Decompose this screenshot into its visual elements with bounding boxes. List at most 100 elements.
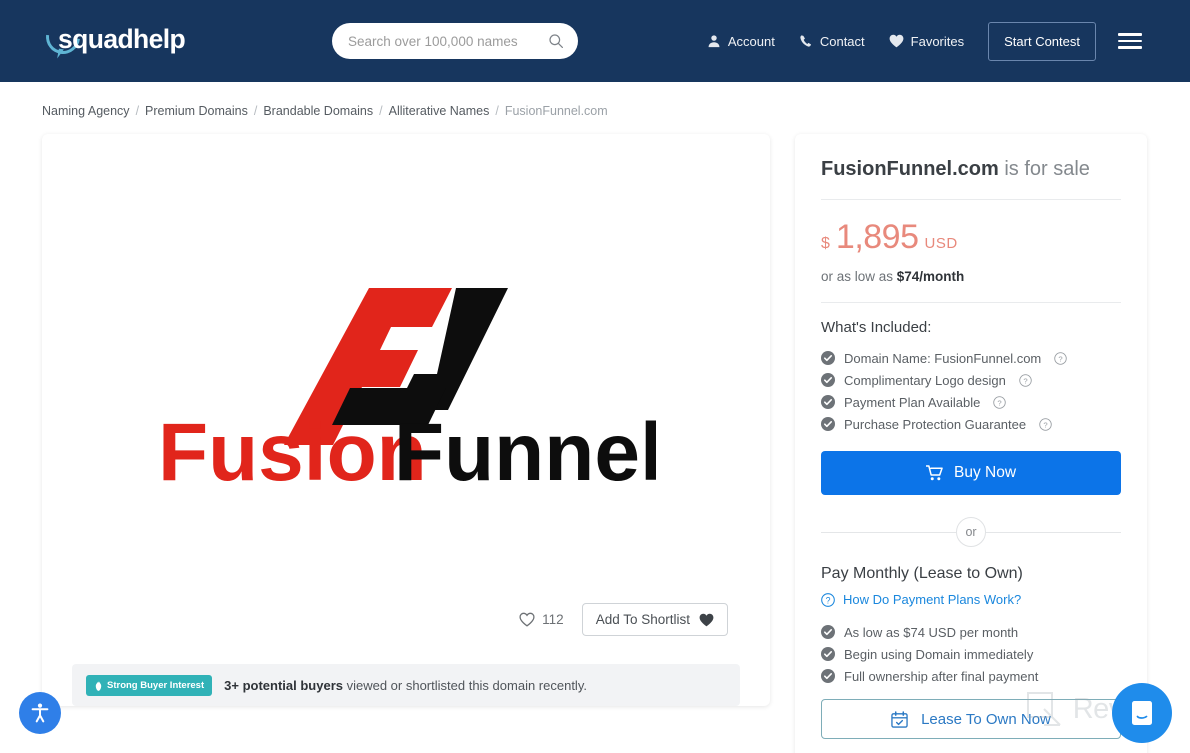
lease-benefits-list: As low as $74 USD per month Begin using … bbox=[821, 621, 1121, 687]
page-title-domain: FusionFunnel.com bbox=[821, 158, 999, 180]
squadhelp-logo[interactable]: squadhelp bbox=[39, 13, 191, 64]
shopping-cart-icon bbox=[925, 465, 943, 481]
svg-text:Fusion: Fusion bbox=[158, 407, 427, 490]
list-item: Complimentary Logo design ? bbox=[821, 369, 1121, 391]
fusionfunnel-logo-icon: Fusion Funnel bbox=[158, 287, 656, 490]
list-item: Begin using Domain immediately bbox=[821, 643, 1121, 665]
flame-icon bbox=[95, 679, 102, 691]
included-item-label: Complimentary Logo design bbox=[844, 372, 1006, 388]
question-circle-icon: ? bbox=[821, 592, 835, 607]
price-amount: 1,895 bbox=[835, 218, 919, 256]
accessibility-button[interactable] bbox=[19, 692, 61, 734]
check-circle-icon bbox=[821, 647, 835, 661]
monthly-price-note: or as low as $74/month bbox=[821, 257, 1121, 302]
buyer-interest-banner: Strong Buyer Interest 3+ potential buyer… bbox=[72, 664, 740, 706]
breadcrumb-separator: / bbox=[135, 104, 140, 118]
header-nav: Account Contact Favorites Start Contest bbox=[707, 0, 1142, 82]
question-circle-icon[interactable]: ? bbox=[993, 395, 1007, 409]
nav-item-account[interactable]: Account bbox=[707, 34, 775, 49]
price-currency-code: USD bbox=[924, 235, 958, 252]
chat-bubble-icon bbox=[1132, 701, 1152, 725]
search-input[interactable] bbox=[348, 33, 548, 49]
how-payment-plans-label: How Do Payment Plans Work? bbox=[843, 592, 1022, 607]
nav-item-contact[interactable]: Contact bbox=[799, 34, 865, 49]
svg-text:Funnel: Funnel bbox=[394, 407, 656, 490]
nav-label-account: Account bbox=[727, 33, 775, 49]
calendar-check-icon bbox=[891, 710, 908, 728]
search-box[interactable] bbox=[332, 23, 578, 59]
price-display: $ 1,895 USD bbox=[821, 200, 1121, 257]
purchase-panel: FusionFunnel.com is for sale $ 1,895 USD… bbox=[795, 134, 1147, 753]
site-header: squadhelp Account Contact Favorites bbox=[0, 0, 1190, 82]
or-divider: or bbox=[821, 517, 1121, 547]
list-item: As low as $74 USD per month bbox=[821, 621, 1121, 643]
svg-text:?: ? bbox=[998, 398, 1002, 407]
search-icon[interactable] bbox=[548, 33, 564, 49]
included-item-label: Payment Plan Available bbox=[844, 394, 981, 410]
question-circle-icon[interactable]: ? bbox=[1054, 351, 1067, 365]
buyer-interest-highlight: 3+ potential buyers bbox=[224, 677, 343, 693]
svg-text:?: ? bbox=[1043, 420, 1047, 429]
lease-benefit-label: As low as $74 USD per month bbox=[844, 624, 1019, 640]
chat-widget-button[interactable] bbox=[1112, 683, 1172, 743]
svg-text:?: ? bbox=[1023, 376, 1027, 385]
svg-text:?: ? bbox=[1059, 354, 1063, 363]
check-circle-icon bbox=[821, 669, 835, 683]
question-circle-icon[interactable]: ? bbox=[1019, 373, 1032, 387]
favorite-count[interactable]: 112 bbox=[519, 612, 564, 627]
price-currency-symbol: $ bbox=[821, 235, 830, 252]
accessibility-icon bbox=[31, 703, 49, 723]
or-label: or bbox=[956, 517, 986, 547]
add-to-shortlist-button[interactable]: Add To Shortlist bbox=[581, 603, 728, 636]
main-content: Fusion Funnel 112 Add To Shortlist Stron… bbox=[0, 118, 1190, 753]
lease-benefit-label: Full ownership after final payment bbox=[844, 668, 1039, 684]
svg-text:?: ? bbox=[826, 595, 831, 605]
breadcrumb-separator: / bbox=[495, 104, 499, 118]
list-item: Purchase Protection Guarantee ? bbox=[821, 413, 1121, 435]
domain-logo-artwork: Fusion Funnel bbox=[42, 134, 770, 609]
breadcrumb-item-0[interactable]: Naming Agency bbox=[42, 104, 130, 118]
breadcrumb-item-1[interactable]: Premium Domains bbox=[145, 104, 248, 118]
list-item: Domain Name: FusionFunnel.com ? bbox=[821, 347, 1121, 369]
favorite-count-value: 112 bbox=[542, 612, 564, 627]
included-item-label: Purchase Protection Guarantee bbox=[844, 416, 1027, 432]
hamburger-menu-icon[interactable] bbox=[1118, 29, 1142, 53]
list-item: Full ownership after final payment bbox=[821, 665, 1121, 687]
check-circle-icon bbox=[821, 417, 835, 431]
lease-to-own-button[interactable]: Lease To Own Now bbox=[821, 699, 1121, 739]
divider-line bbox=[986, 531, 1121, 533]
nav-item-favorites[interactable]: Favorites bbox=[889, 34, 964, 49]
buy-now-label: Buy Now bbox=[953, 464, 1017, 481]
divider-line bbox=[821, 531, 956, 533]
buyer-interest-rest: viewed or shortlisted this domain recent… bbox=[342, 677, 587, 693]
how-payment-plans-link[interactable]: ? How Do Payment Plans Work? bbox=[821, 583, 1121, 621]
breadcrumb-separator: / bbox=[379, 104, 383, 118]
breadcrumb-item-3[interactable]: Alliterative Names bbox=[389, 104, 490, 118]
page-title: FusionFunnel.com is for sale bbox=[821, 158, 1121, 199]
nav-label-contact: Contact bbox=[819, 33, 865, 49]
heart-outline-icon bbox=[519, 612, 535, 627]
check-circle-icon bbox=[821, 351, 835, 365]
included-list: Domain Name: FusionFunnel.com ? Complime… bbox=[821, 347, 1121, 435]
breadcrumb-separator: / bbox=[253, 104, 258, 118]
included-item-label: Domain Name: FusionFunnel.com bbox=[844, 350, 1042, 366]
phone-icon bbox=[800, 35, 811, 47]
shortlist-label: Add To Shortlist bbox=[595, 612, 690, 627]
buyer-interest-text: 3+ potential buyers viewed or shortliste… bbox=[224, 678, 587, 693]
list-item: Payment Plan Available ? bbox=[821, 391, 1121, 413]
status-badge-label: Strong Buyer Interest bbox=[107, 679, 205, 691]
monthly-price-prefix: or as low as bbox=[821, 269, 897, 284]
nav-label-favorites: Favorites bbox=[910, 33, 965, 49]
check-circle-icon bbox=[821, 625, 835, 639]
question-circle-icon[interactable]: ? bbox=[1039, 417, 1052, 431]
card-action-row: 112 Add To Shortlist bbox=[42, 603, 770, 636]
included-heading: What's Included: bbox=[821, 319, 932, 336]
lease-benefit-label: Begin using Domain immediately bbox=[844, 646, 1034, 662]
start-contest-button[interactable]: Start Contest bbox=[988, 21, 1096, 61]
lease-heading: Pay Monthly (Lease to Own) bbox=[821, 565, 1023, 582]
heart-filled-icon bbox=[699, 613, 714, 626]
page-title-suffix: is for sale bbox=[998, 158, 1090, 180]
logo-text: squadhelp bbox=[58, 24, 186, 54]
buy-now-button[interactable]: Buy Now bbox=[821, 451, 1121, 495]
breadcrumb-item-2[interactable]: Brandable Domains bbox=[263, 104, 373, 118]
